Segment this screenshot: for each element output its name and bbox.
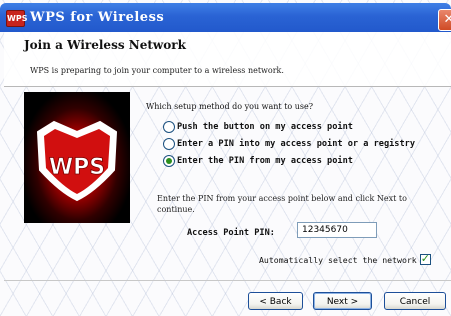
cancel-button[interactable]: Cancel xyxy=(384,292,446,310)
auto-select-checkbox[interactable] xyxy=(419,252,431,265)
radio-enter-pin-into-ap[interactable] xyxy=(163,138,175,150)
back-button[interactable]: < Back xyxy=(248,292,303,310)
radio-push-button[interactable] xyxy=(163,121,175,133)
option-enter-pin-from-ap[interactable]: Enter the PIN from my access point xyxy=(163,154,353,168)
close-button[interactable]: ✕ xyxy=(438,9,451,31)
wizard-content: WPS Which setup method do you want to us… xyxy=(4,87,451,316)
title-bar[interactable]: WPS WPS for Wireless ✕ xyxy=(0,3,451,32)
auto-select-label: Automatically select the network xyxy=(259,254,417,265)
auto-select-row[interactable]: Automatically select the network xyxy=(259,252,431,265)
window-title: WPS for Wireless xyxy=(30,10,165,25)
wizard-header: Join a Wireless Network WPS is preparing… xyxy=(4,32,451,87)
page-title: Join a Wireless Network xyxy=(24,38,186,52)
setup-question: Which setup method do you want to use? xyxy=(146,102,314,111)
radio-enter-pin-from-ap[interactable] xyxy=(163,155,175,167)
option-enter-pin-into-ap[interactable]: Enter a PIN into my access point or a re… xyxy=(163,137,415,151)
logo-text: WPS xyxy=(49,155,105,180)
option-enter-pin-from-ap-label: Enter the PIN from my access point xyxy=(177,156,353,166)
next-button[interactable]: Next > xyxy=(313,292,372,310)
wps-dialog-window: WPS WPS for Wireless ✕ Join a Wireless N… xyxy=(0,0,451,316)
option-push-button[interactable]: Push the button on my access point xyxy=(163,120,353,134)
wps-shield-logo: WPS xyxy=(36,120,118,202)
option-enter-pin-into-ap-label: Enter a PIN into my access point or a re… xyxy=(177,139,415,149)
footer-divider xyxy=(4,280,451,281)
access-point-pin-label: Access Point PIN: xyxy=(187,228,275,238)
page-description: WPS is preparing to join your computer t… xyxy=(30,66,284,75)
wps-logo-image: WPS xyxy=(24,92,130,223)
access-point-pin-input[interactable]: 12345670 xyxy=(297,222,377,238)
wps-app-icon: WPS xyxy=(6,10,27,27)
option-push-button-label: Push the button on my access point xyxy=(177,122,353,132)
pin-instructions: Enter the PIN from your access point bel… xyxy=(157,194,407,214)
